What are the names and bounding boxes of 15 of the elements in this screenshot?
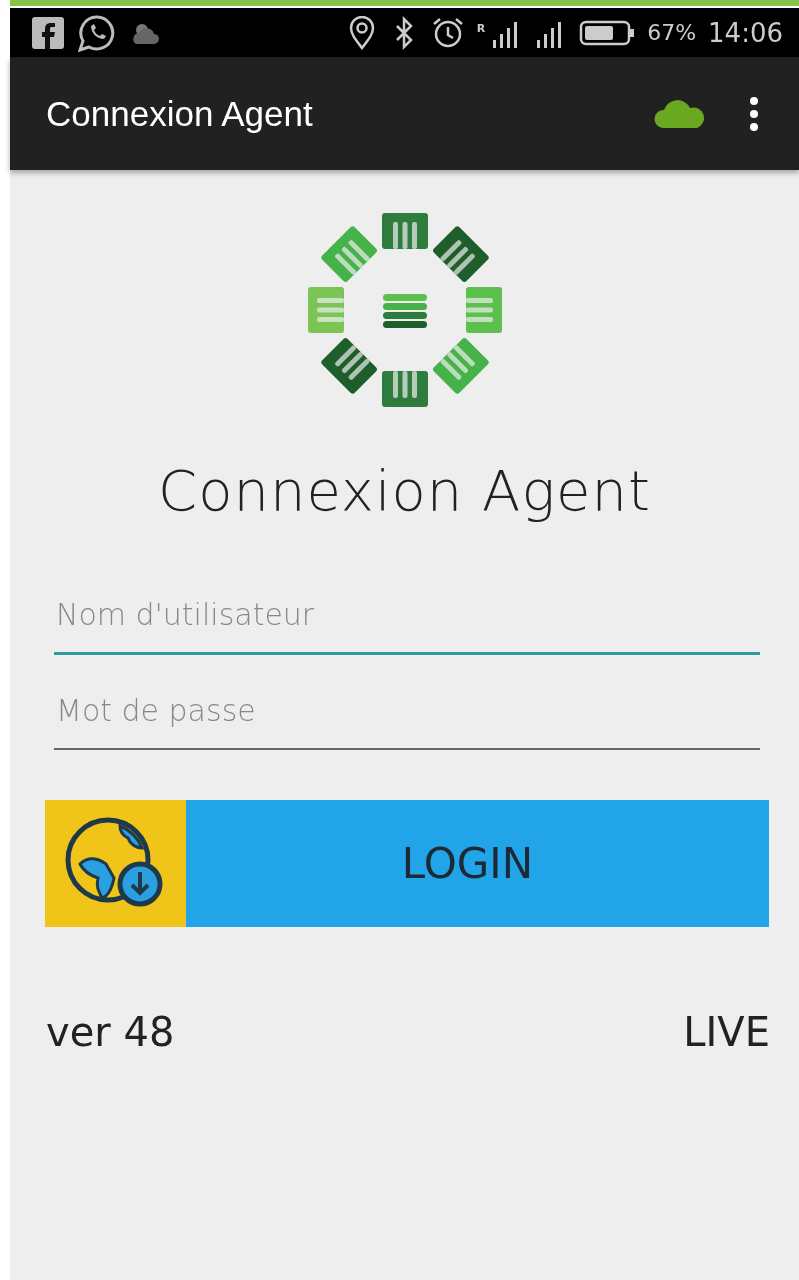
page-heading: Connexion Agent [158, 458, 651, 523]
version-label: ver 48 [46, 1009, 175, 1055]
battery-icon [579, 19, 636, 46]
battery-percentage: 67% [647, 20, 697, 45]
environment-label: LIVE [683, 1009, 770, 1055]
chat-bubble-icon [78, 13, 116, 52]
app-bar-title: Connexion Agent [46, 93, 313, 134]
login-button[interactable]: LOGIN [45, 800, 769, 927]
overflow-menu-icon[interactable] [749, 96, 759, 131]
clock-time: 14:06 [708, 17, 783, 48]
facebook-icon [32, 16, 64, 49]
input-field[interactable]: Mot de passe [54, 663, 760, 750]
roaming-indicator: R [476, 21, 486, 35]
cloud-icon[interactable] [653, 98, 707, 129]
input-field[interactable]: Nom d'utilisateur [54, 567, 760, 655]
